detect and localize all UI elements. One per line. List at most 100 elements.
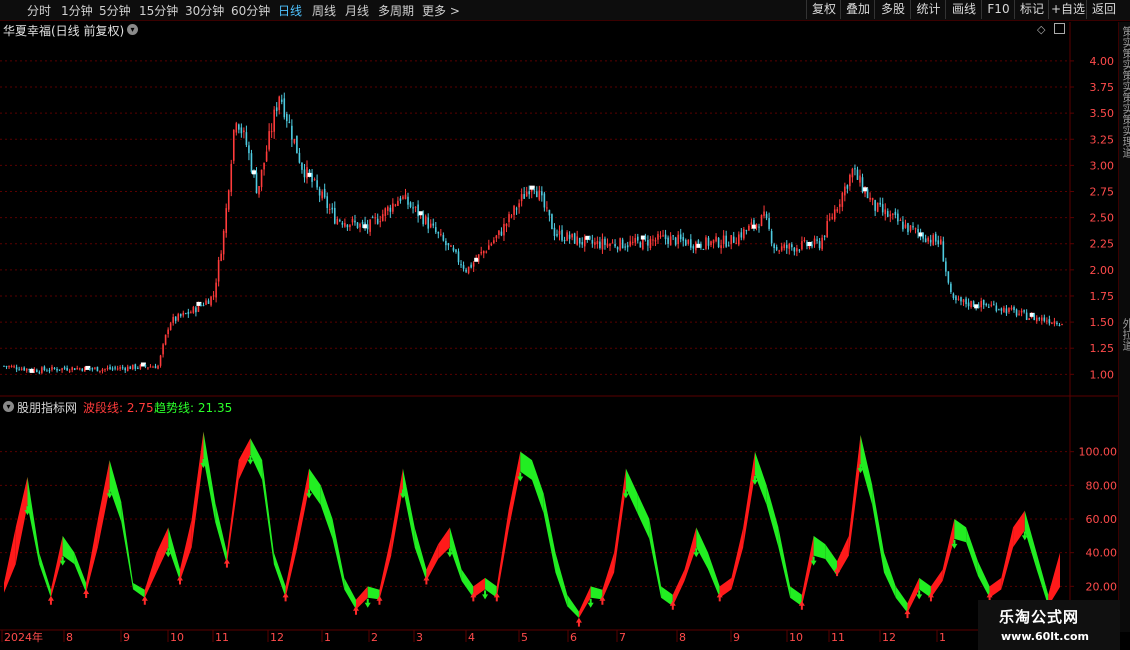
candle-body	[604, 238, 606, 245]
candle-body	[462, 265, 465, 269]
candle-body	[119, 367, 121, 369]
date-tick-label: 6	[570, 631, 577, 644]
toolbar-button-3[interactable]: 统计	[910, 0, 946, 19]
indicator-band-segment	[543, 493, 556, 573]
candle-body	[1048, 319, 1051, 324]
indicator-band-segment	[273, 552, 286, 598]
candle-body	[619, 238, 621, 251]
period-tab-7[interactable]: 周线	[312, 2, 336, 19]
candle-body	[457, 251, 460, 263]
candle-body	[571, 233, 573, 238]
candle-body	[803, 239, 806, 241]
chevron-down-icon[interactable]: ▾	[127, 24, 138, 35]
candle-body	[1018, 313, 1020, 315]
candle-body	[614, 244, 616, 247]
date-tick-label: 9	[733, 631, 740, 644]
indicator-band-segment	[356, 586, 368, 610]
period-tab-4[interactable]: 30分钟	[185, 2, 224, 19]
candle-body	[922, 233, 924, 239]
candle-body	[667, 237, 669, 244]
candle-body	[8, 366, 10, 368]
candle-body	[414, 206, 417, 208]
candle-body	[568, 234, 571, 239]
candle-body	[288, 121, 291, 123]
toolbar-button-4[interactable]: 画线	[945, 0, 982, 19]
toolbar-button-8[interactable]: 返回	[1086, 0, 1121, 19]
indicator-band-segment	[215, 502, 227, 565]
indicator-menu-icon[interactable]: ▾	[3, 401, 14, 412]
toolbar-button-0[interactable]: 复权	[806, 0, 841, 19]
diamond-icon[interactable]: ◇	[1037, 23, 1045, 36]
candle-body	[609, 243, 611, 247]
period-tab-8[interactable]: 月线	[345, 2, 369, 19]
candle-body	[437, 232, 440, 234]
indicator-band-segment	[942, 519, 955, 581]
candle-body	[743, 229, 745, 239]
candle-body	[220, 253, 222, 261]
candle-body	[707, 237, 710, 246]
indicator-band-segment	[790, 586, 802, 607]
candle-body	[851, 168, 854, 178]
candle-body	[561, 229, 563, 241]
candle-body	[725, 235, 727, 247]
candle-body	[745, 230, 748, 232]
period-tab-2[interactable]: 5分钟	[99, 2, 131, 19]
price-tick-label: 2.25	[1090, 238, 1115, 251]
candle-body	[892, 213, 894, 215]
period-tab-9[interactable]: 多周期	[378, 2, 414, 19]
candle-body	[672, 235, 674, 237]
watermark-title: 乐淘公式网	[999, 608, 1080, 626]
period-tab-10[interactable]: 更多 >	[422, 2, 460, 19]
side-panel-text: 策实策实策实策实策实理道	[1121, 26, 1130, 158]
up-arrow-icon	[904, 609, 911, 619]
candle-body	[990, 304, 993, 306]
candle-body	[682, 237, 685, 241]
toolbar-button-7[interactable]: +自选	[1048, 0, 1087, 19]
candle-body	[758, 226, 760, 228]
period-tab-3[interactable]: 15分钟	[139, 2, 178, 19]
period-tab-0[interactable]: 分时	[27, 2, 51, 19]
candle-body	[546, 207, 548, 209]
candle-body	[384, 208, 387, 216]
candle-body	[788, 243, 791, 249]
candle-body	[1020, 310, 1023, 313]
candle-body	[980, 300, 982, 308]
candle-body	[374, 217, 376, 219]
candle-body	[23, 367, 26, 371]
period-tab-1[interactable]: 1分钟	[61, 2, 93, 19]
chart-canvas[interactable]: 1.00 1.25 1.50 1.75 2.00 2.25 2.50 2.75 3.00 3.25…	[0, 0, 1130, 650]
up-arrow-icon	[141, 595, 148, 605]
indicator-band-segment	[97, 460, 110, 548]
candle-body	[397, 200, 399, 206]
toolbar-button-1[interactable]: 叠加	[840, 0, 875, 19]
candle-body	[495, 235, 498, 239]
toolbar-button-5[interactable]: F10	[981, 0, 1015, 19]
candle-body	[886, 211, 889, 217]
candle-body	[409, 202, 412, 207]
candle-body	[849, 174, 851, 187]
indicator-band-segment	[837, 535, 849, 576]
candle-body	[144, 365, 147, 367]
indicator-band-segment	[508, 451, 521, 531]
candle-body	[962, 299, 965, 303]
period-tab-6[interactable]: 日线	[278, 2, 302, 19]
indicator-band-segment	[62, 535, 75, 565]
candle-body	[629, 241, 632, 246]
candle-body	[106, 367, 109, 369]
window-icon[interactable]	[1054, 23, 1065, 34]
candle-body	[157, 365, 159, 369]
candle-body	[89, 368, 91, 370]
candle-body	[674, 237, 677, 245]
candle-body	[856, 169, 859, 180]
candle-body	[1000, 308, 1003, 311]
candle-body	[1058, 325, 1061, 327]
candle-body	[465, 269, 467, 272]
toolbar-button-2[interactable]: 多股	[874, 0, 911, 19]
candle-body	[190, 312, 192, 314]
candle-body	[821, 237, 823, 250]
period-tab-5[interactable]: 60分钟	[231, 2, 270, 19]
toolbar-button-6[interactable]: 标记	[1014, 0, 1049, 19]
candle-body	[1051, 322, 1053, 324]
date-tick-label: 5	[521, 631, 528, 644]
indicator-tick-label: 40.00	[1086, 547, 1118, 560]
